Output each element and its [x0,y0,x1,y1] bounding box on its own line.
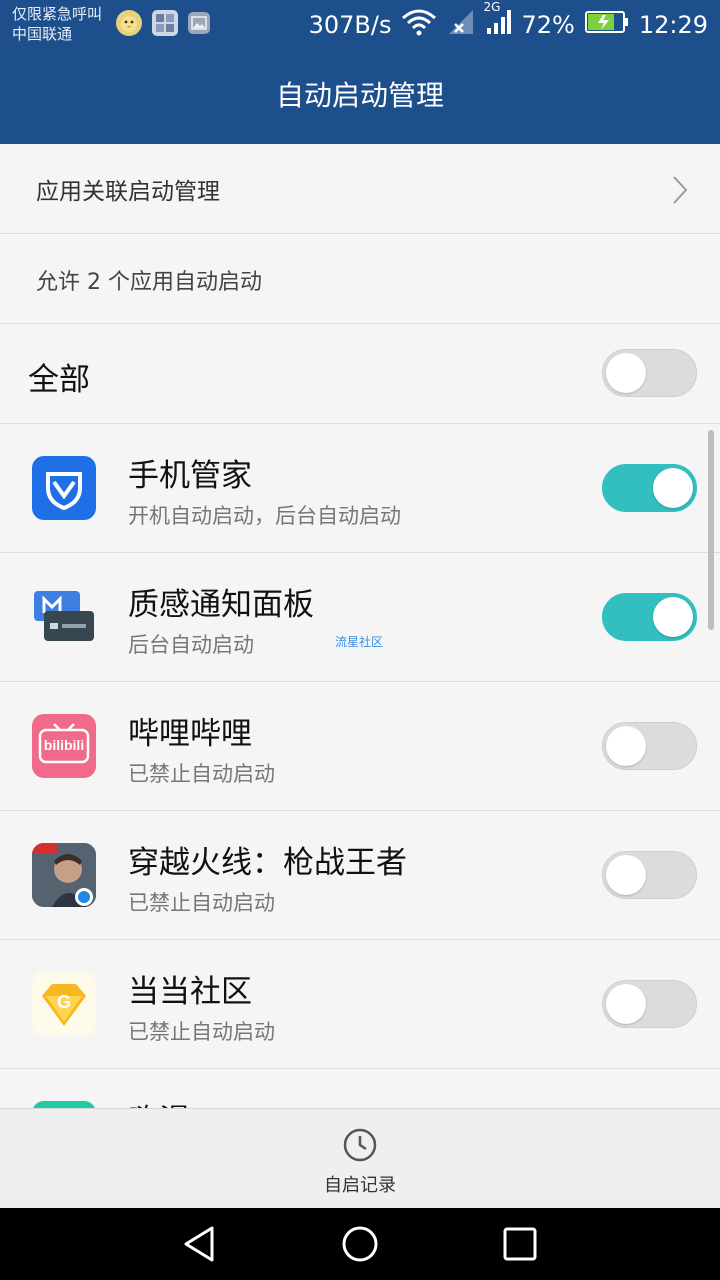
toggle-knob [606,855,646,895]
app-name: 穿越火线：枪战王者 [128,845,407,881]
associated-launch-row[interactable]: 应用关联启动管理 [0,144,720,234]
associated-launch-label: 应用关联启动管理 [36,179,220,205]
chevron-right-icon [673,176,688,204]
carrier-line-1: 仅限紧急呼叫 [12,5,103,23]
allowed-count-label: 允许 2 个应用自动启动 [36,270,262,295]
app-row-dangdang: G 当当社区 已禁止自动启动 [0,940,720,1069]
autostart-toggle[interactable] [602,464,697,512]
autostart-toggle[interactable] [602,851,697,899]
app-desc: 后台自动启动 [128,633,254,657]
app-desc: 已禁止自动启动 [128,762,275,786]
status-right: 307B/s 2G 72% 12:29 [308,0,708,42]
app-row-notification-panel: 质感通知面板 后台自动启动 流星社区 [0,553,720,682]
clock-time: 12:29 [638,11,708,39]
app-desc: 开机自动启动，后台自动启动 [128,504,401,528]
back-icon[interactable] [180,1224,220,1264]
system-nav-bar [0,1208,720,1280]
notification-people-icon [152,10,178,36]
notification-gallery-icon [188,12,210,34]
teal-app-icon [32,1101,96,1108]
all-apps-toggle[interactable] [602,349,697,397]
bilibili-logo-text: bilibili [43,737,85,753]
status-bar: 仅限紧急呼叫 中国联通 307B/s 2G 72% 12:29 [0,0,720,50]
list-scrollbar[interactable] [708,430,714,630]
toggle-knob [606,353,646,393]
all-apps-label: 全部 [28,362,90,398]
watermark-text: 流星社区 [335,635,384,649]
app-row-crossfire: 穿越火线：枪战王者 已禁止自动启动 [0,811,720,940]
app-name: 嗨漫 [128,1095,190,1108]
diamond-letter: G [56,992,71,1012]
app-desc: 已禁止自动启动 [128,891,275,915]
all-apps-row: 全部 [0,324,720,424]
toggle-knob [606,984,646,1024]
network-type: 2G [483,0,501,14]
app-name: 当当社区 [128,974,252,1010]
allowed-count-row: 允许 2 个应用自动启动 [0,234,720,324]
no-sim-signal-icon [447,8,475,42]
app-name: 哔哩哔哩 [128,716,252,752]
signal-icon: 2G [483,0,512,42]
autostart-record-label: 自启记录 [324,1175,396,1196]
toggle-knob [653,597,693,637]
app-name: 手机管家 [128,458,252,494]
app-row-haiman: 嗨漫 [0,1069,720,1108]
game-character-icon [32,843,96,907]
notification-icons [116,10,210,36]
home-icon[interactable] [340,1224,380,1264]
autostart-toggle[interactable] [602,722,697,770]
page-title: 自动启动管理 [275,79,444,112]
autostart-toggle[interactable] [602,980,697,1028]
wifi-icon [401,8,437,42]
notification-panel-icon [32,585,96,649]
autostart-record-button[interactable]: 自启记录 [0,1127,720,1197]
battery-charging-icon [584,10,629,40]
toggle-knob [653,468,693,508]
bilibili-icon: bilibili [32,714,96,778]
app-row-phone-manager: 手机管家 开机自动启动，后台自动启动 [0,424,720,553]
shield-icon [32,456,96,520]
notification-chick-icon [116,10,142,36]
app-header: 仅限紧急呼叫 中国联通 307B/s 2G 72% 12:29 自动启动管理 [0,0,720,144]
diamond-g-icon: G [32,972,96,1036]
bottom-action-bar: 自启记录 [0,1108,720,1208]
app-list[interactable]: 手机管家 开机自动启动，后台自动启动 质感通知面板 后台自动启动 流星社区 bi… [0,424,720,1108]
carrier-line-2: 中国联通 [12,25,73,43]
clock-icon [343,1128,377,1162]
network-speed: 307B/s [308,11,392,39]
app-row-bilibili: bilibili 哔哩哔哩 已禁止自动启动 [0,682,720,811]
autostart-toggle[interactable] [602,593,697,641]
toggle-knob [606,726,646,766]
app-desc: 已禁止自动启动 [128,1020,275,1044]
recents-icon[interactable] [500,1224,540,1264]
battery-percent: 72% [521,11,575,39]
app-name: 质感通知面板 [128,587,314,623]
carrier-info: 仅限紧急呼叫 中国联通 [12,4,102,44]
